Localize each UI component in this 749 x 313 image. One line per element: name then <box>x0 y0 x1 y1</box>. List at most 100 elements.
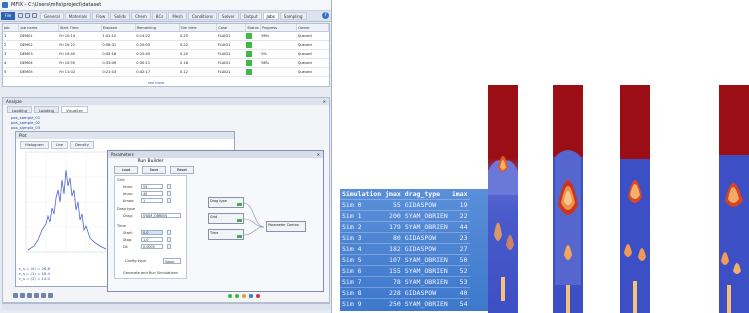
export-icon[interactable] <box>34 293 39 298</box>
stop-time-stepper[interactable] <box>167 237 171 242</box>
table-cell: Queued <box>296 40 329 50</box>
pane-subtabs: Loading Loading Visualize <box>7 106 88 113</box>
table-row[interactable]: 2 DEM02 Fri 10:22 0:58:31 0:20:05 0.22 FLUID1 Q… <box>3 40 329 50</box>
save-button[interactable]: Save <box>142 166 166 174</box>
imax-stepper[interactable] <box>167 184 171 189</box>
node-parameter-combo[interactable]: Parameter Combo <box>266 221 306 232</box>
column-header[interactable]: Job <box>3 24 20 32</box>
file-menu-button[interactable]: File <box>1 12 15 20</box>
distribution-plot[interactable] <box>20 150 110 260</box>
undo-icon[interactable] <box>25 13 30 18</box>
column-header[interactable]: Progress <box>260 24 298 32</box>
info-icon[interactable] <box>249 294 253 298</box>
status-icons <box>228 294 260 298</box>
table-cell: 0.25 <box>179 31 217 41</box>
subtab-loading-1[interactable]: Loading <box>7 106 32 113</box>
close-icon[interactable]: ✕ <box>317 151 320 158</box>
run-icon[interactable] <box>228 294 232 298</box>
tab-mesh[interactable]: Mesh <box>168 12 187 20</box>
jmax-input[interactable]: 40 <box>141 191 163 196</box>
reset-button[interactable]: Reset <box>170 166 194 174</box>
drag-input[interactable]: SYAM_OBRIEN <box>141 213 181 218</box>
pause-icon[interactable] <box>242 294 246 298</box>
node-port[interactable] <box>237 235 242 238</box>
plot-mode-density[interactable]: Density <box>70 141 94 149</box>
node-time[interactable]: Time <box>208 229 244 240</box>
tab-output[interactable]: Output <box>239 12 262 20</box>
node-port[interactable] <box>237 203 242 206</box>
column-header[interactable]: Job name <box>18 24 59 32</box>
jmax-stepper[interactable] <box>167 191 171 196</box>
table-row[interactable]: 3 DEM03 Fri 10:40 0:45:18 0:25:40 0.20 FLUID1 0… <box>3 49 329 59</box>
column-header[interactable]: Sim time <box>179 24 218 32</box>
table-cell: 0:30:11 <box>135 58 180 68</box>
tab-bcs[interactable]: BCs <box>151 12 168 20</box>
mfix-app-window: MFIX - C:\Users\mfix\project\dataset Fil… <box>0 0 332 313</box>
table-row[interactable]: 4 DEM04 Fri 10:55 0:33:49 0:30:11 0.18 FLUID1 9… <box>3 58 329 68</box>
table-row[interactable]: 1 DEM01 Fri 10:14 1:02:10 0:14:22 0.25 FLUID1 9… <box>3 31 329 41</box>
section-drag-type[interactable]: Drag type <box>117 207 135 211</box>
stop-icon[interactable] <box>256 294 260 298</box>
tab-chem[interactable]: Chem <box>131 12 151 20</box>
add-icon[interactable] <box>13 293 18 298</box>
horizontal-scrollbar[interactable] <box>2 303 330 310</box>
start-time-input[interactable]: 0.0 <box>141 230 163 235</box>
generate-run-button[interactable]: Generate and Run Simulations <box>115 271 186 275</box>
start-time-stepper[interactable] <box>167 230 171 235</box>
tab-conditions[interactable]: Conditions <box>187 12 218 20</box>
column-header[interactable]: Start Time <box>58 24 102 32</box>
plot-mode-line[interactable]: Line <box>50 141 69 149</box>
table-cell: 55 <box>383 199 403 211</box>
node-port[interactable] <box>237 219 242 222</box>
column-header[interactable]: Case <box>216 24 247 32</box>
tab-sampling[interactable]: Sampling <box>279 12 307 20</box>
node-drag-type[interactable]: Drag type <box>208 197 244 208</box>
save-icon[interactable] <box>27 293 32 298</box>
save-icon[interactable] <box>18 13 23 18</box>
section-grid[interactable]: Grid <box>117 178 125 182</box>
tab-solver[interactable]: Solver <box>218 12 239 20</box>
open-icon[interactable] <box>20 293 25 298</box>
table-cell: 0:42:17 <box>135 67 180 77</box>
subtab-loading-2[interactable]: Loading <box>33 106 59 113</box>
kmax-stepper[interactable] <box>167 198 171 203</box>
settings-icon[interactable] <box>48 293 53 298</box>
tab-solids[interactable]: Solids <box>110 12 131 20</box>
table-row: Sim 7 78 SYAM_OBRIEN 53 <box>340 276 470 288</box>
table-cell: DEM05 <box>18 67 59 77</box>
tab-jobs[interactable]: Jobs <box>262 12 279 20</box>
tab-flow[interactable]: Flow <box>92 12 110 20</box>
column-header: jmax <box>385 190 401 198</box>
dt-stepper[interactable] <box>167 244 171 249</box>
redo-icon[interactable] <box>32 13 37 18</box>
column-header[interactable]: Owner <box>296 24 329 32</box>
column-header[interactable]: Status <box>245 24 261 32</box>
play-icon[interactable] <box>235 294 239 298</box>
load-button[interactable]: Load <box>114 166 138 174</box>
help-icon[interactable]: ? <box>322 12 329 19</box>
pane-title: Analyze <box>6 99 22 104</box>
table-row: Sim 3 80 GIDASPOW 23 <box>340 232 470 244</box>
tree-item[interactable]: pos_sample_03 <box>11 125 121 130</box>
section-time[interactable]: Time <box>117 224 126 228</box>
chart-icon[interactable] <box>41 293 46 298</box>
tab-general[interactable]: General <box>40 12 64 20</box>
tab-materials[interactable]: Materials <box>64 12 92 20</box>
dt-input[interactable]: 0.0005 <box>141 244 163 249</box>
table-cell: GIDASPOW <box>402 287 450 299</box>
subtab-visualize[interactable]: Visualize <box>60 106 88 113</box>
column-header[interactable]: Remaining <box>135 24 180 32</box>
table-cell: 200 <box>383 210 403 222</box>
kmax-input[interactable]: 1 <box>141 198 163 203</box>
config-type-select[interactable]: Sobol <box>163 258 181 264</box>
imax-input[interactable]: 55 <box>141 184 163 189</box>
table-row[interactable]: 5 DEM05 Fri 11:02 0:21:03 0:42:17 0.12 FLUID1 Q… <box>3 67 329 77</box>
node-grid[interactable]: Grid <box>208 213 244 224</box>
jobs-grid: Job Job name Start Time Elapsed Remainin… <box>2 23 330 87</box>
column-header[interactable]: Elapsed <box>101 24 136 32</box>
see-more-link[interactable]: see more <box>148 81 164 85</box>
stop-time-input[interactable]: 1.0 <box>141 237 163 242</box>
close-icon[interactable]: ✕ <box>323 98 326 105</box>
plot-mode-histogram[interactable]: Histogram <box>20 141 49 149</box>
simulation-table-header: Simulation jmax drag_type imax <box>340 189 470 200</box>
